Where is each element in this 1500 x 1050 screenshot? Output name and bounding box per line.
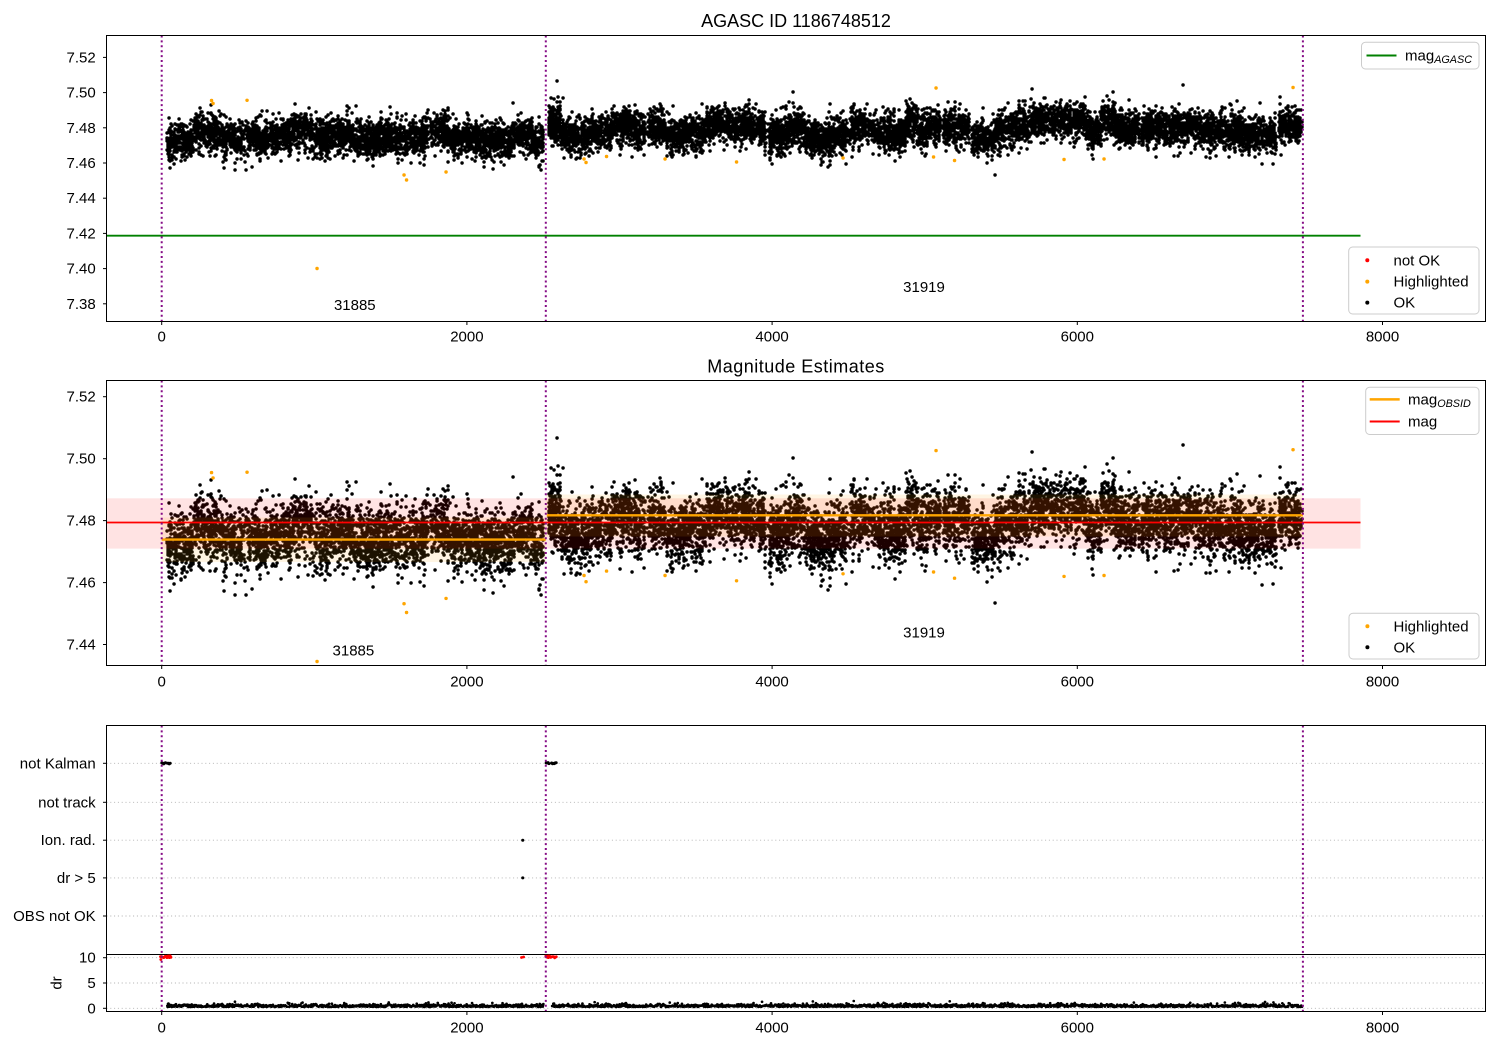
svg-text:7.40: 7.40	[66, 261, 95, 278]
svg-text:7.50: 7.50	[66, 451, 95, 468]
svg-text:7.38: 7.38	[66, 296, 95, 313]
svg-text:7.52: 7.52	[66, 389, 95, 406]
svg-text:0: 0	[87, 1000, 95, 1017]
svg-text:4000: 4000	[755, 1020, 788, 1037]
svg-text:0: 0	[158, 329, 166, 346]
svg-text:dr: dr	[49, 976, 66, 989]
svg-text:2000: 2000	[450, 1020, 483, 1037]
svg-text:8000: 8000	[1366, 329, 1399, 346]
svg-text:31885: 31885	[334, 297, 376, 314]
svg-text:2000: 2000	[450, 329, 483, 346]
svg-text:7.50: 7.50	[66, 85, 95, 102]
svg-text:not Kalman: not Kalman	[20, 755, 96, 772]
svg-text:7.46: 7.46	[66, 155, 95, 172]
svg-text:31919: 31919	[903, 279, 945, 296]
svg-text:6000: 6000	[1061, 673, 1094, 690]
svg-text:7.44: 7.44	[66, 637, 95, 654]
svg-text:OK: OK	[1394, 295, 1416, 312]
svg-text:OK: OK	[1394, 639, 1416, 656]
svg-text:2000: 2000	[450, 673, 483, 690]
svg-text:mag: mag	[1408, 414, 1437, 431]
svg-text:5: 5	[87, 975, 95, 992]
svg-text:Ion. rad.: Ion. rad.	[41, 832, 96, 849]
svg-text:Highlighted: Highlighted	[1394, 618, 1469, 635]
svg-text:7.46: 7.46	[66, 575, 95, 592]
svg-text:Magnitude Estimates: Magnitude Estimates	[707, 357, 885, 377]
svg-text:7.44: 7.44	[66, 190, 95, 207]
svg-text:not track: not track	[38, 794, 96, 811]
svg-text:AGASC ID 1186748512: AGASC ID 1186748512	[701, 11, 891, 31]
svg-text:6000: 6000	[1061, 329, 1094, 346]
svg-text:4000: 4000	[755, 329, 788, 346]
svg-text:Highlighted: Highlighted	[1394, 274, 1469, 291]
svg-text:7.48: 7.48	[66, 120, 95, 137]
svg-text:4000: 4000	[755, 673, 788, 690]
svg-text:7.52: 7.52	[66, 49, 95, 66]
svg-text:7.48: 7.48	[66, 513, 95, 530]
svg-text:6000: 6000	[1061, 1020, 1094, 1037]
svg-text:0: 0	[158, 673, 166, 690]
svg-text:8000: 8000	[1366, 1020, 1399, 1037]
svg-text:not OK: not OK	[1394, 252, 1441, 269]
svg-text:31919: 31919	[903, 625, 945, 642]
svg-text:0: 0	[158, 1020, 166, 1037]
svg-text:OBS not OK: OBS not OK	[13, 908, 96, 925]
svg-text:dr > 5: dr > 5	[57, 870, 96, 887]
svg-text:7.42: 7.42	[66, 225, 95, 242]
svg-text:8000: 8000	[1366, 673, 1399, 690]
svg-text:31885: 31885	[333, 643, 375, 660]
svg-text:10: 10	[79, 950, 96, 967]
